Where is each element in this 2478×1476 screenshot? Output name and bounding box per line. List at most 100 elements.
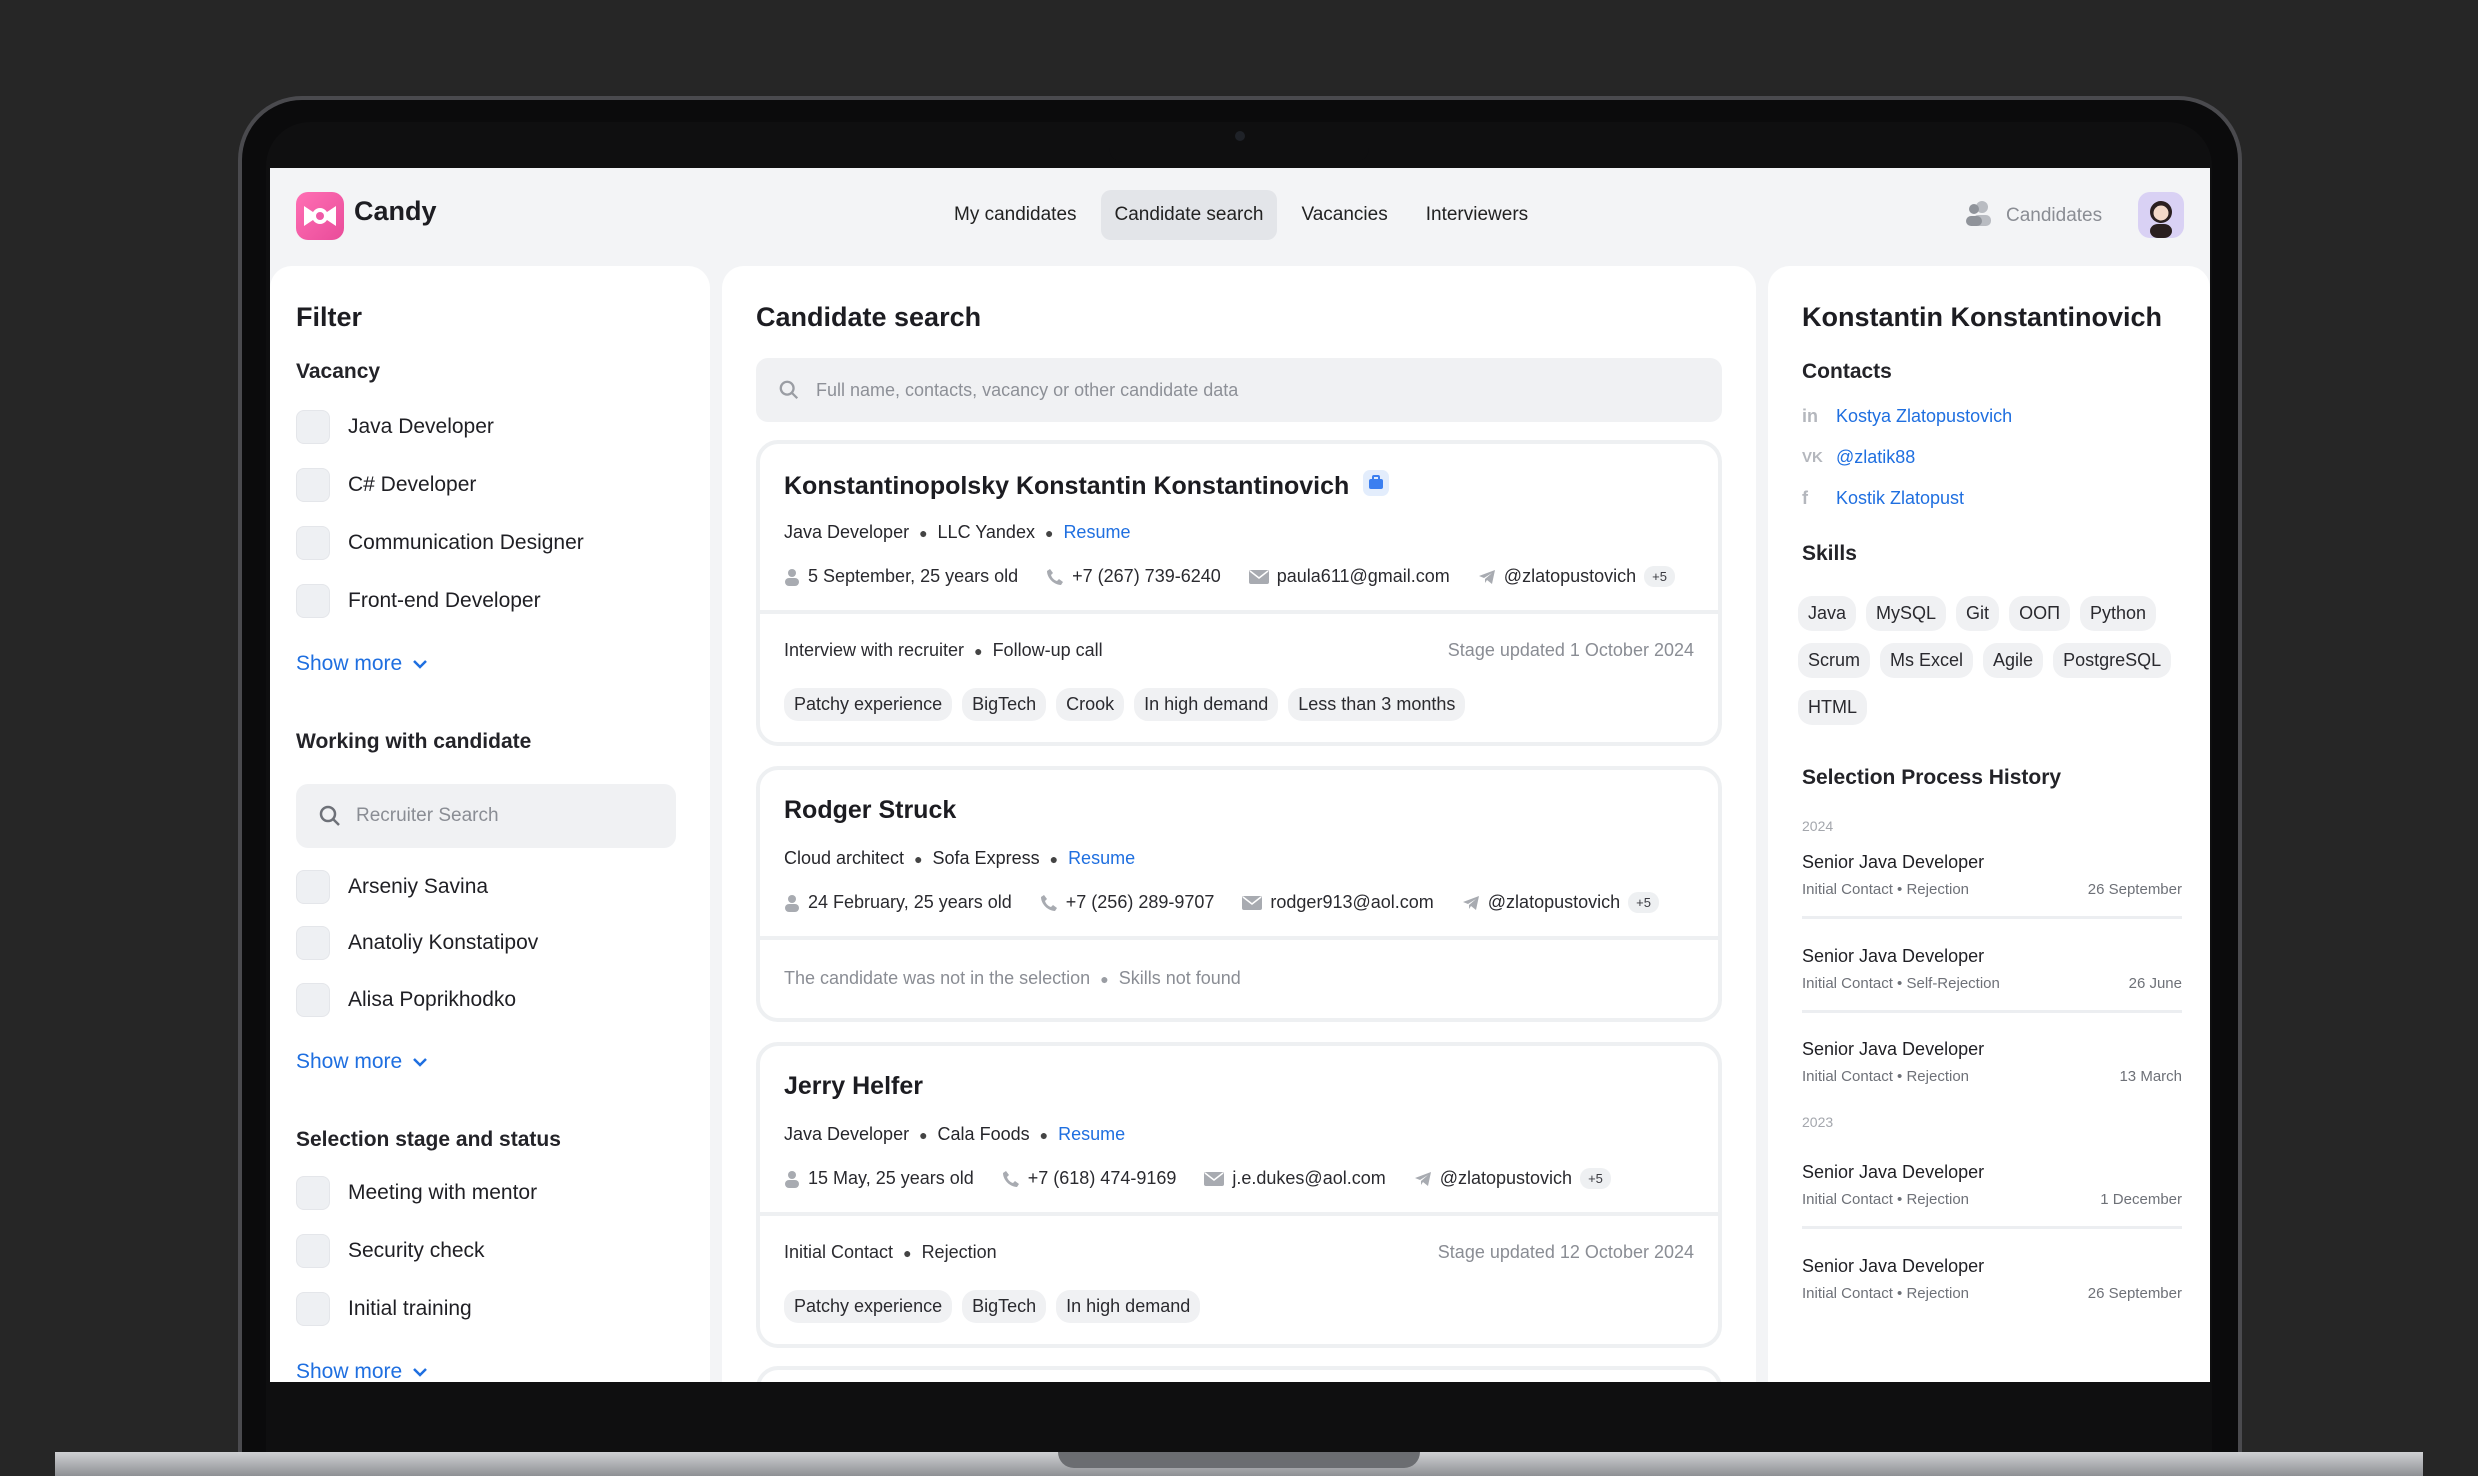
divider xyxy=(1802,1010,2182,1013)
stage-show-more-button[interactable]: Show more xyxy=(296,1360,428,1382)
option-label: Initial training xyxy=(348,1297,472,1320)
phone-text[interactable]: +7 (618) 474-9169 xyxy=(1028,1168,1177,1189)
history-item[interactable]: Senior Java Developer Initial Contact • … xyxy=(1802,852,2182,898)
nav-candidate-search[interactable]: Candidate search xyxy=(1100,190,1278,240)
linkedin-contact[interactable]: in Kostya Zlatopustovich xyxy=(1802,406,2012,427)
candidate-role: Cloud architect ● Sofa Express ● Resume xyxy=(784,848,1136,869)
more-contacts-badge[interactable]: +5 xyxy=(1580,1168,1611,1189)
nav-my-candidates[interactable]: My candidates xyxy=(940,190,1091,240)
checkbox[interactable] xyxy=(296,468,330,502)
telegram-text[interactable]: @zlatopustovich xyxy=(1504,566,1636,587)
candidate-search-box[interactable] xyxy=(756,358,1722,422)
checkbox[interactable] xyxy=(296,926,330,960)
checkbox[interactable] xyxy=(296,526,330,560)
phone-text[interactable]: +7 (256) 289-9707 xyxy=(1066,892,1215,913)
history-meta: Initial Contact • Self-Rejection 26 June xyxy=(1802,975,2182,992)
tag[interactable]: Less than 3 months xyxy=(1288,688,1466,721)
checkbox[interactable] xyxy=(296,1176,330,1210)
contacts-title: Contacts xyxy=(1802,360,1892,383)
nav-vacancies[interactable]: Vacancies xyxy=(1287,190,1401,240)
history-item[interactable]: Senior Java Developer Initial Contact • … xyxy=(1802,1162,2182,1208)
telegram-icon xyxy=(1462,895,1479,910)
resume-link[interactable]: Resume xyxy=(1068,848,1135,869)
checkbox[interactable] xyxy=(296,410,330,444)
candidates-link[interactable]: Candidates xyxy=(1964,198,2102,234)
candidate-card[interactable]: Jerry Helfer Java Developer ● Cala Foods ●… xyxy=(756,1042,1722,1348)
recruiter-search-input[interactable] xyxy=(356,805,656,827)
history-item[interactable]: Senior Java Developer Initial Contact • … xyxy=(1802,946,2182,992)
checkbox[interactable] xyxy=(296,1234,330,1268)
contact-label: Kostya Zlatopustovich xyxy=(1836,406,2013,426)
app-screen: Candy My candidates Candidate search Vac… xyxy=(270,168,2210,1382)
tag[interactable]: Patchy experience xyxy=(784,1290,953,1323)
bezel-bottom xyxy=(270,1382,2210,1452)
company-text: Cala Foods xyxy=(937,1124,1030,1144)
nav-interviewers[interactable]: Interviewers xyxy=(1412,190,1542,240)
vacancy-option[interactable]: Front-end Developer xyxy=(296,584,541,618)
vacancy-option[interactable]: Communication Designer xyxy=(296,526,584,560)
telegram-text[interactable]: @zlatopustovich xyxy=(1488,892,1620,913)
checkbox[interactable] xyxy=(296,584,330,618)
candidate-card[interactable]: Konstantinopolsky Konstantin Konstantino… xyxy=(756,440,1722,746)
skill-chip: ООП xyxy=(2009,596,2071,631)
stage-label: Initial Contact xyxy=(784,1242,894,1262)
checkbox[interactable] xyxy=(296,870,330,904)
email-text[interactable]: rodger913@aol.com xyxy=(1270,892,1433,913)
email-text[interactable]: j.e.dukes@aol.com xyxy=(1232,1168,1385,1189)
divider xyxy=(1802,916,2182,919)
stage-option[interactable]: Security check xyxy=(296,1234,485,1268)
stage-text: The candidate was not in the selection ●… xyxy=(784,968,1241,988)
facebook-contact[interactable]: f Kostik Zlatopust xyxy=(1802,488,1964,509)
email-text[interactable]: paula611@gmail.com xyxy=(1277,566,1450,587)
resume-link[interactable]: Resume xyxy=(1063,522,1130,543)
working-title: Working with candidate xyxy=(296,730,532,753)
recruiter-search[interactable] xyxy=(296,784,676,848)
history-item[interactable]: Senior Java Developer Initial Contact • … xyxy=(1802,1039,2182,1085)
candidate-card[interactable]: Rodger Struck Cloud architect ● Sofa Expr… xyxy=(756,766,1722,1022)
tag[interactable]: In high demand xyxy=(1134,688,1279,721)
telegram-text[interactable]: @zlatopustovich xyxy=(1440,1168,1572,1189)
candidate-contacts: 5 September, 25 years old +7 (267) 739-6… xyxy=(784,566,1675,587)
tag[interactable]: BigTech xyxy=(962,688,1047,721)
history-meta: Initial Contact • Rejection 26 September xyxy=(1802,1285,2182,1302)
history-title: Selection Process History xyxy=(1802,766,2062,789)
chevron-down-icon xyxy=(413,1368,428,1377)
recruiter-option[interactable]: Anatoliy Konstatipov xyxy=(296,926,538,960)
vacancy-option[interactable]: Java Developer xyxy=(296,410,494,444)
resume-link[interactable]: Resume xyxy=(1058,1124,1125,1145)
phone-text[interactable]: +7 (267) 739-6240 xyxy=(1072,566,1221,587)
more-contacts-badge[interactable]: +5 xyxy=(1628,892,1659,913)
year-label: 2023 xyxy=(1802,1114,1834,1130)
vk-contact[interactable]: VK @zlatik88 xyxy=(1802,447,1915,468)
vacancy-option[interactable]: C# Developer xyxy=(296,468,476,502)
recruiter-option[interactable]: Alisa Poprikhodko xyxy=(296,983,516,1017)
user-avatar[interactable] xyxy=(2138,192,2184,238)
tag[interactable]: Crook xyxy=(1056,688,1125,721)
tag[interactable]: In high demand xyxy=(1056,1290,1201,1323)
stage-option[interactable]: Initial training xyxy=(296,1292,472,1326)
tag[interactable]: Patchy experience xyxy=(784,688,953,721)
skill-chip: PostgreSQL xyxy=(2053,643,2172,678)
candy-logo-icon[interactable] xyxy=(296,192,344,240)
recruiter-option[interactable]: Arseniy Savina xyxy=(296,870,488,904)
candidate-search-input[interactable] xyxy=(816,379,1696,401)
phone-icon xyxy=(1040,894,1057,911)
vacancy-show-more-button[interactable]: Show more xyxy=(296,652,428,676)
history-item[interactable]: Senior Java Developer Initial Contact • … xyxy=(1802,1256,2182,1302)
checkbox[interactable] xyxy=(296,983,330,1017)
laptop-opening-notch xyxy=(1058,1452,1420,1468)
recruiter-show-more-button[interactable]: Show more xyxy=(296,1050,428,1074)
skill-chip: Scrum xyxy=(1798,643,1871,678)
checkbox[interactable] xyxy=(296,1292,330,1326)
stage-option[interactable]: Meeting with mentor xyxy=(296,1176,537,1210)
history-date: 1 December xyxy=(2100,1191,2182,1208)
candidate-card[interactable] xyxy=(756,1366,1722,1382)
tag[interactable]: BigTech xyxy=(962,1290,1047,1323)
stage-label: Interview with recruiter xyxy=(784,640,965,660)
role-text: Java Developer xyxy=(784,1124,910,1144)
candidate-contacts: 24 February, 25 years old +7 (256) 289-9… xyxy=(784,892,1659,913)
birth-text: 24 February, 25 years old xyxy=(808,892,1012,912)
role-text: Java Developer xyxy=(784,522,910,542)
more-contacts-badge[interactable]: +5 xyxy=(1644,566,1675,587)
show-more-label: Show more xyxy=(296,1360,403,1382)
